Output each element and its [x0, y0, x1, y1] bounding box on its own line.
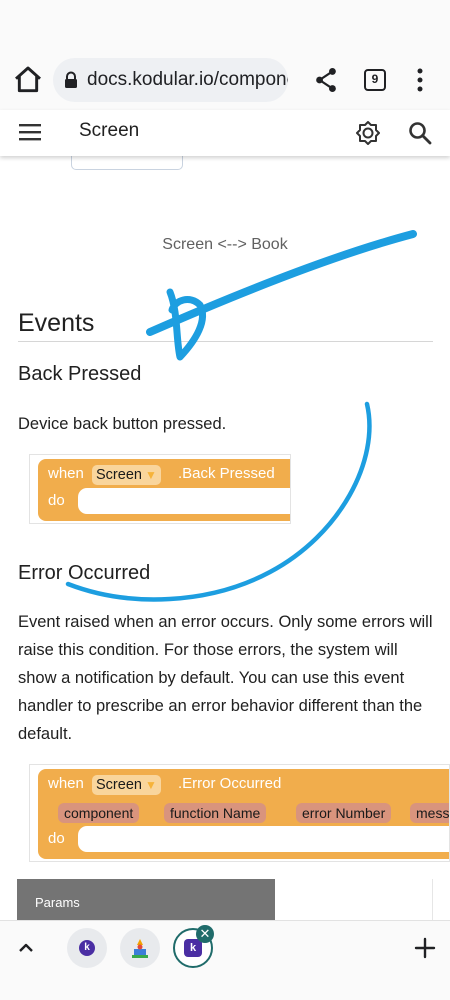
- block-event-name: .Error Occurred: [178, 775, 282, 792]
- chevron-up-icon[interactable]: [16, 938, 36, 958]
- section-heading-events: Events: [18, 309, 95, 337]
- page-content: Screen <--> Book Events Back Pressed Dev…: [0, 156, 450, 920]
- hamburger-menu-icon[interactable]: [18, 122, 42, 142]
- event-title-error-occurred: Error Occurred: [18, 562, 151, 584]
- image-caption: Screen <--> Book: [162, 236, 288, 253]
- block-image-back-pressed: when Screen ▼ .Back Pressed do: [29, 454, 291, 524]
- params-table-header: Params: [17, 879, 275, 920]
- lock-icon: [65, 71, 77, 88]
- home-icon[interactable]: [12, 64, 44, 96]
- component-dropdown: Screen ▼: [92, 465, 161, 485]
- app-favicon-icon: [132, 939, 148, 958]
- more-options-icon[interactable]: [410, 65, 430, 95]
- brightness-icon[interactable]: [355, 120, 381, 146]
- event-description-error-occurred: Event raised when an error occurs. Only …: [18, 613, 433, 743]
- block-event-name: .Back Pressed: [178, 465, 275, 482]
- event-block: when Screen ▼ .Back Pressed do: [38, 459, 290, 521]
- tab-app-icon[interactable]: [120, 928, 160, 968]
- block-do-label: do: [48, 830, 65, 847]
- url-text: docs.kodular.io/components/: [87, 69, 288, 90]
- component-dropdown: Screen ▼: [92, 775, 161, 795]
- browser-toolbar: docs.kodular.io/components/ 9: [0, 50, 450, 110]
- close-tab-icon[interactable]: ✕: [196, 925, 214, 943]
- event-title-back-pressed: Back Pressed: [18, 363, 142, 385]
- do-statement-slot: [78, 826, 449, 852]
- heading-divider: [18, 341, 433, 342]
- site-app-bar: Screen: [0, 110, 450, 156]
- block-do-label: do: [48, 492, 65, 509]
- status-bar: [0, 0, 450, 50]
- bottom-tab-strip: k k ✕: [0, 920, 450, 975]
- dropdown-arrow-icon: ▼: [144, 468, 157, 482]
- page-title: Screen: [79, 120, 140, 141]
- search-icon[interactable]: [407, 120, 433, 146]
- param-component: component: [58, 803, 140, 823]
- tab-kodular-1[interactable]: k: [67, 928, 107, 968]
- component-name: Screen: [96, 467, 142, 483]
- dropdown-arrow-icon: ▼: [144, 778, 157, 792]
- tab-switcher-button[interactable]: 9: [364, 69, 386, 91]
- component-name: Screen: [96, 777, 142, 793]
- kodular-logo-icon: k: [79, 940, 95, 956]
- new-tab-plus-icon[interactable]: [414, 937, 436, 959]
- event-block: when Screen ▼ .Error Occurred component f…: [38, 769, 449, 859]
- event-description-back-pressed: Device back button pressed.: [18, 415, 227, 433]
- param-message: message: [410, 803, 449, 823]
- param-function-name: function Name: [164, 803, 267, 823]
- table-border: [432, 879, 433, 920]
- system-nav-bar: [0, 975, 450, 1000]
- block-when-label: when: [48, 465, 84, 482]
- param-error-number: error Number: [296, 803, 392, 823]
- params-label: Params: [35, 895, 80, 910]
- share-icon[interactable]: [313, 65, 339, 95]
- url-bar[interactable]: docs.kodular.io/components/: [53, 58, 288, 102]
- block-image-error-occurred: when Screen ▼ .Error Occurred component f…: [29, 764, 450, 862]
- block-when-label: when: [48, 775, 84, 792]
- previous-image-frame: [71, 156, 183, 170]
- do-statement-slot: [78, 488, 290, 514]
- kodular-logo-icon: k: [184, 939, 202, 957]
